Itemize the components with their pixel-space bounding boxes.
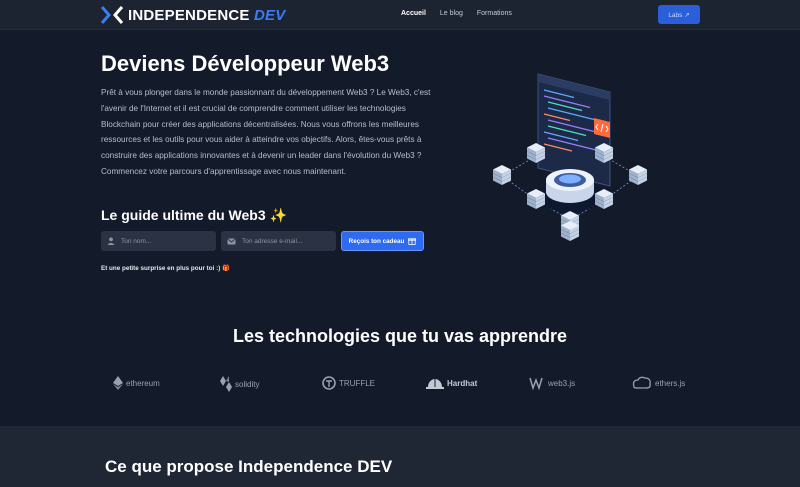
hero-paragraph: Prêt à vous plonger dans le monde passio… xyxy=(101,88,431,176)
ethereum-icon xyxy=(113,376,123,390)
guide-title: Le guide ultime du Web3 ✨ xyxy=(101,207,287,223)
brand-name: INDEPENDENCE DEV xyxy=(128,6,286,24)
tech-ethereum-label: ethereum xyxy=(126,378,160,388)
get-gift-button[interactable]: Reçois ton cadeau xyxy=(341,231,424,251)
tech-ethersjs-label: ethers.js xyxy=(655,378,686,388)
tech-solidity: solidity xyxy=(220,376,259,392)
name-input[interactable] xyxy=(121,237,201,245)
email-input[interactable] xyxy=(242,237,322,245)
tech-web3js: web3.js xyxy=(529,376,575,390)
tech-hardhat-label: Hardhat xyxy=(447,378,478,388)
email-field[interactable] xyxy=(221,231,336,251)
features-title: Ce que propose Independence DEV xyxy=(105,457,393,476)
web3js-icon xyxy=(529,377,543,390)
gift-emoji: 🎁 xyxy=(222,265,230,272)
nav-links: Accueil Le blog Formations xyxy=(401,10,526,17)
gift-icon xyxy=(408,238,417,245)
nav-link-blog[interactable]: Le blog xyxy=(440,10,463,17)
tech-hardhat: Hardhat xyxy=(426,376,477,390)
user-icon xyxy=(107,237,115,245)
hero-title: Deviens Développeur Web3 xyxy=(101,51,390,76)
top-navbar: INDEPENDENCE DEV Accueil Le blog Formati… xyxy=(0,0,800,30)
name-field[interactable] xyxy=(101,231,216,251)
nav-link-accueil[interactable]: Accueil xyxy=(401,10,426,17)
tech-truffle: TRUFFLE xyxy=(322,376,375,390)
hardhat-icon xyxy=(426,379,444,389)
blockchain-illustration xyxy=(492,73,648,242)
brand-x-icon xyxy=(100,6,124,24)
tech-solidity-label: solidity xyxy=(235,379,260,389)
labs-button[interactable]: Labs ↗ xyxy=(658,5,700,24)
sparkle-icon: ✨ xyxy=(269,207,287,223)
technology-logos: ethereum solidity TRUFFLE Hardhat web3.j… xyxy=(0,370,800,400)
truffle-icon xyxy=(322,376,336,390)
envelope-icon xyxy=(227,238,236,244)
tech-web3js-label: web3.js xyxy=(548,378,576,388)
nav-link-formations[interactable]: Formations xyxy=(477,10,512,17)
solidity-icon xyxy=(220,376,232,392)
technologies-title: Les technologies que tu vas apprendre xyxy=(232,326,568,346)
tech-ethereum: ethereum xyxy=(113,376,160,390)
ethersjs-icon xyxy=(632,376,651,389)
surprise-text: Et une petite surprise en plus pour toi … xyxy=(101,265,230,272)
features-section: Ce que propose Independence DEV xyxy=(0,426,800,487)
tech-truffle-label: TRUFFLE xyxy=(339,378,375,388)
brand-logo[interactable]: INDEPENDENCE DEV xyxy=(100,6,285,24)
tech-ethersjs: ethers.js xyxy=(632,376,685,390)
get-gift-label: Reçois ton cadeau xyxy=(348,237,405,245)
